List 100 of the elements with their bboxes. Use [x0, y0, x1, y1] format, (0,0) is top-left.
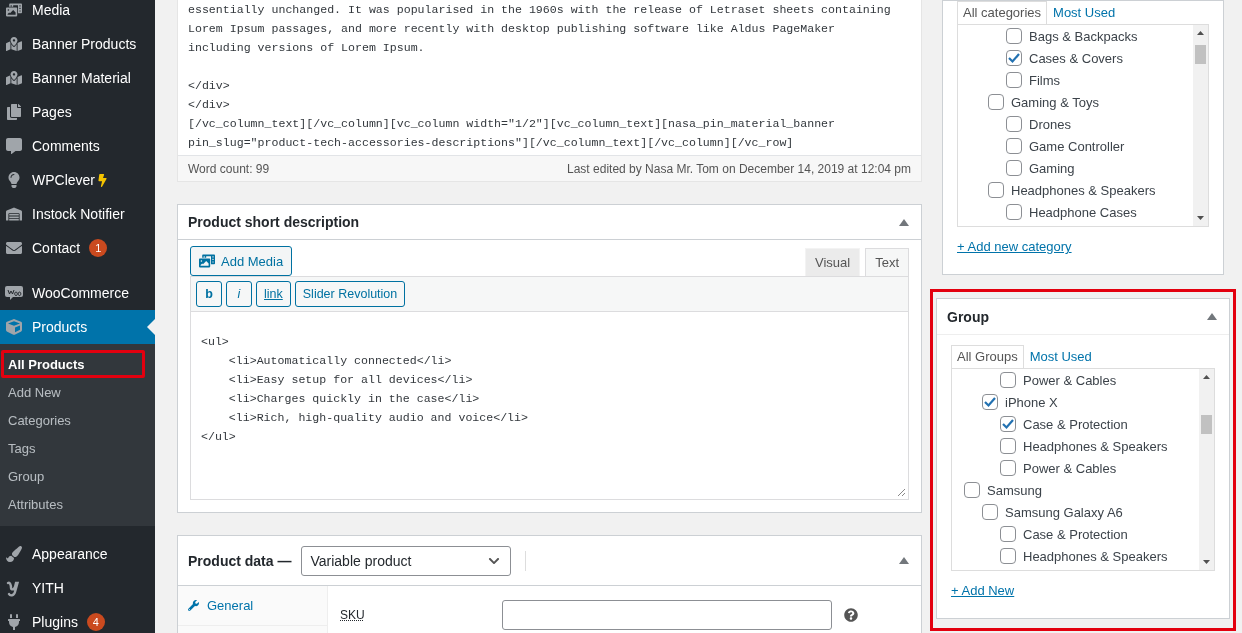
submenu-item[interactable]: Add New: [1, 378, 145, 406]
menu-item[interactable]: Comments: [0, 129, 155, 163]
pages-icon: [5, 104, 23, 120]
menu-item[interactable]: Pages: [0, 95, 155, 129]
checkbox-option[interactable]: Drones: [1006, 113, 1193, 135]
format-button[interactable]: link: [256, 281, 291, 307]
format-button[interactable]: b: [196, 281, 222, 307]
tab[interactable]: Most Used: [1023, 345, 1098, 368]
checkbox-option[interactable]: Headphones & Speakers: [988, 179, 1193, 201]
tab[interactable]: Most Used: [1047, 1, 1122, 24]
last-edited-note: Last edited by Nasa Mr. Tom on December 14, 2019 at 12:04 pm: [567, 161, 911, 176]
checkbox-option[interactable]: Cases & Covers: [1006, 47, 1193, 69]
code-line: Lorem Ipsum passages, and more recently with desktop publishing software like Aldus PageMaker: [187, 21, 837, 37]
checkbox[interactable]: [1006, 116, 1022, 132]
add-link[interactable]: + Add new category: [957, 239, 1072, 254]
checkbox-option[interactable]: Bags & Backpacks: [1006, 25, 1193, 47]
checkbox-option[interactable]: Case & Protection: [1000, 523, 1199, 545]
submenu-item[interactable]: Group: [1, 462, 145, 490]
submenu-item[interactable]: Attributes: [1, 490, 145, 518]
checkbox-option[interactable]: Headphones & Speakers: [1000, 545, 1199, 567]
envelope-icon: [5, 240, 23, 256]
checkbox[interactable]: [982, 504, 998, 520]
collapse-arrow-icon[interactable]: [899, 557, 909, 564]
checkbox-option[interactable]: Gaming: [1006, 157, 1193, 179]
submenu-item[interactable]: All Products: [1, 350, 145, 378]
code-line: </div>: [187, 78, 231, 94]
checkbox[interactable]: [988, 182, 1004, 198]
house-icon: [5, 206, 23, 222]
format-button[interactable]: Slider Revolution: [294, 281, 406, 307]
checkbox[interactable]: [1006, 50, 1022, 66]
checkbox-option[interactable]: Films: [1006, 69, 1193, 91]
checkbox-option[interactable]: Power & Cables: [1000, 457, 1199, 479]
submenu-item[interactable]: Tags: [1, 434, 145, 462]
panel-title: Product data —: [188, 552, 292, 569]
add-media-button[interactable]: Add Media: [190, 246, 293, 276]
text-area[interactable]: <ul> <li>Automatically connected</li> <li>Easy setup for all devices</li> <li>Charges quickly in the case</li> <li>Rich, high-quality audio and voice</li> </ul>: [190, 312, 909, 500]
checkbox-option[interactable]: Power & Cables: [1000, 369, 1199, 391]
checkbox-option[interactable]: Samsung Galaxy A6: [982, 501, 1199, 523]
menu-item[interactable]: WPClever: [0, 163, 155, 197]
format-button[interactable]: i: [226, 281, 252, 307]
checkbox[interactable]: [1006, 138, 1022, 154]
checkbox[interactable]: [1000, 416, 1016, 432]
checkbox[interactable]: [1006, 204, 1022, 220]
menu-item[interactable]: Banner Material: [0, 61, 155, 95]
checkbox[interactable]: [1000, 526, 1016, 542]
resize-grip-icon[interactable]: [897, 488, 906, 497]
help-icon[interactable]: [844, 608, 858, 622]
media-icon: [199, 253, 215, 269]
checkbox[interactable]: [1006, 28, 1022, 44]
menu-item[interactable]: Appearance: [0, 537, 155, 571]
field-label: SKU: [340, 608, 366, 622]
checkbox-option[interactable]: Headphone Cases: [1006, 201, 1193, 223]
comment-icon: [5, 138, 23, 154]
checkbox[interactable]: [1000, 372, 1016, 388]
code-line: [/vc_column_text][/vc_column][vc_column width="1/2"][vc_column_text][nasa_pin_material_banner: [187, 116, 837, 132]
menu-item[interactable]: Instock Notifier: [0, 197, 155, 231]
code-line: essentially unchanged. It was popularised in the 1960s with the release of Letraset sheets containing: [187, 2, 892, 18]
code-line: pin_slug="product-tech-accessories-descriptions"][/vc_column_text][/vc_column][/vc_row]: [187, 135, 795, 151]
code-line: <li>Charges quickly in the case</li>: [227, 391, 481, 407]
plug-icon: [5, 614, 23, 630]
checkbox[interactable]: [1000, 548, 1016, 564]
add-link[interactable]: + Add New: [951, 583, 1015, 598]
content-editor[interactable]: [177, 0, 922, 182]
checkbox[interactable]: [988, 94, 1004, 110]
menu-item[interactable]: Products: [0, 310, 155, 344]
scrollbar[interactable]: [1193, 25, 1208, 226]
submenu-item[interactable]: Categories: [1, 406, 145, 434]
checkbox[interactable]: [1000, 460, 1016, 476]
scrollbar[interactable]: [1199, 369, 1214, 570]
tab[interactable]: All categories: [957, 1, 1048, 24]
product-type-select[interactable]: Variable product: [301, 545, 512, 576]
lightning-icon: [96, 173, 109, 187]
menu-item[interactable]: Plugins 4: [0, 605, 155, 633]
input-field[interactable]: [502, 600, 832, 630]
paintbrush-icon: [5, 546, 23, 562]
collapse-arrow-icon[interactable]: [1207, 313, 1217, 320]
checkbox-option[interactable]: Case & Protection: [1000, 413, 1199, 435]
menu-item[interactable]: YITH: [0, 571, 155, 605]
menu-item[interactable]: WooCommerce: [0, 276, 155, 310]
collapse-arrow-icon[interactable]: [899, 218, 909, 226]
checkbox[interactable]: [1000, 438, 1016, 454]
menu-item[interactable]: Banner Products: [0, 27, 155, 61]
menu-item[interactable]: Media: [0, 0, 155, 27]
checkbox-option[interactable]: iPhone X: [982, 391, 1199, 413]
checkbox[interactable]: [1006, 72, 1022, 88]
code-line: </ul>: [200, 429, 237, 445]
count-badge: 1: [89, 239, 108, 257]
checkbox-option[interactable]: Headphones & Speakers: [1000, 435, 1199, 457]
checkbox-option[interactable]: Game Controller: [1006, 135, 1193, 157]
checkbox[interactable]: [1006, 160, 1022, 176]
tab[interactable]: All Groups: [951, 345, 1024, 368]
checkbox-option[interactable]: Samsung: [964, 479, 1199, 501]
menu-item[interactable]: Contact 1: [0, 231, 155, 265]
editor-tab[interactable]: Visual: [804, 248, 861, 276]
checkbox[interactable]: [964, 482, 980, 498]
code-line: including versions of Lorem Ipsum.: [187, 40, 426, 56]
checkbox-option[interactable]: Gaming & Toys: [988, 91, 1193, 113]
editor-tab[interactable]: Text: [865, 248, 909, 276]
cube-icon: [5, 319, 23, 335]
checkbox[interactable]: [982, 394, 998, 410]
